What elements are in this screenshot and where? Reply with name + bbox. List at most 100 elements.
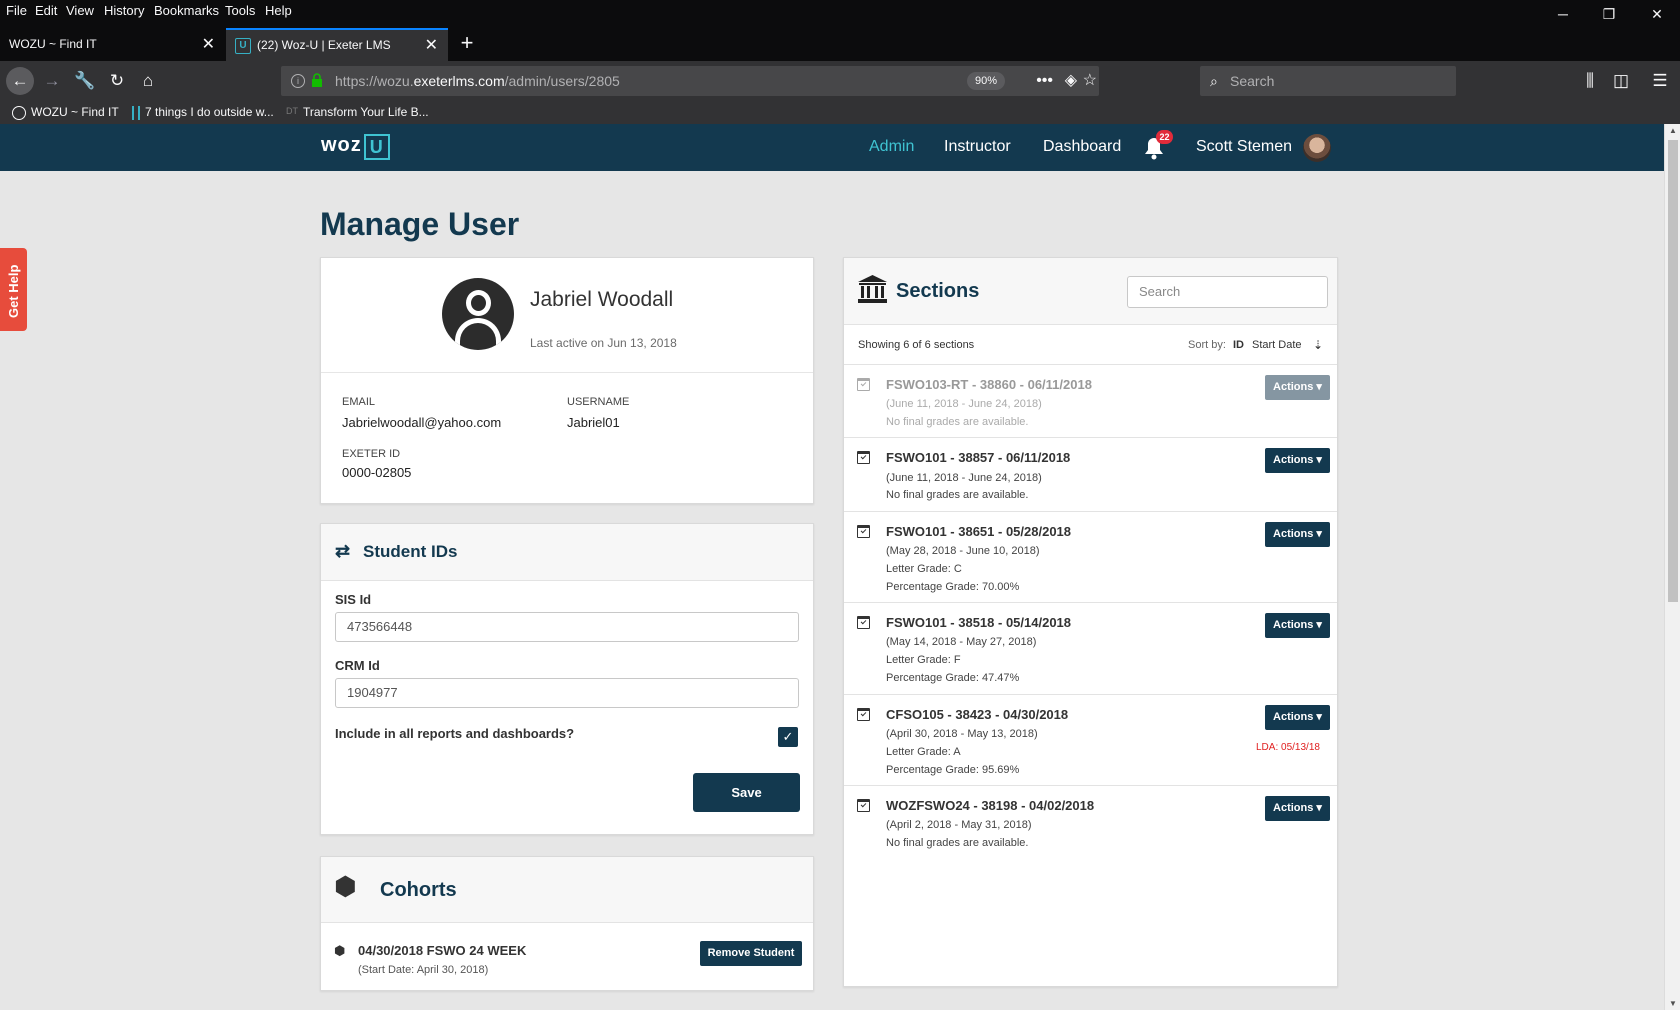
username-value: Jabriel01 xyxy=(567,415,620,430)
forward-icon[interactable]: → xyxy=(38,67,66,95)
page-scrollbar[interactable]: ▲ ▼ xyxy=(1664,124,1680,1010)
tab-title: WOZU ~ Find IT xyxy=(9,37,97,51)
section-dates: (June 11, 2018 - June 24, 2018) xyxy=(886,472,1042,484)
sort-direction-icon[interactable]: ⇣ xyxy=(1313,338,1323,352)
minimize-icon[interactable]: ─ xyxy=(1540,0,1586,28)
page-title: Manage User xyxy=(320,206,520,242)
include-reports-checkbox[interactable]: ✓ xyxy=(778,727,798,747)
pocket-icon[interactable]: ◈ xyxy=(1065,66,1077,96)
section-dates: (June 11, 2018 - June 24, 2018) xyxy=(886,398,1042,410)
remove-student-button[interactable]: Remove Student xyxy=(700,941,802,966)
user-avatar[interactable] xyxy=(1303,134,1331,162)
info-icon[interactable]: i xyxy=(291,74,305,88)
section-row: FSWO101 - 38651 - 05/28/2018 (May 28, 20… xyxy=(844,512,1337,603)
student-ids-card: ⇄ Student IDs SIS Id 473566448 CRM Id 19… xyxy=(320,523,814,835)
sections-card: Sections Search Showing 6 of 6 sections … xyxy=(843,257,1338,987)
new-tab-button[interactable]: + xyxy=(456,32,478,54)
get-help-button[interactable]: Get Help xyxy=(0,248,27,331)
bookmark-transform-your-life[interactable]: DT Transform Your Life B... xyxy=(286,105,429,120)
nav-instructor[interactable]: Instructor xyxy=(944,138,1011,156)
actions-button[interactable]: Actions ▾ xyxy=(1265,448,1330,473)
sort-by-start-date[interactable]: Start Date xyxy=(1252,339,1302,351)
section-dates: (May 14, 2018 - May 27, 2018) xyxy=(886,636,1037,648)
nav-dashboard[interactable]: Dashboard xyxy=(1043,138,1121,156)
cohort-start-date: (Start Date: April 30, 2018) xyxy=(358,964,489,976)
page-viewport: woz U Admin Instructor Dashboard 22 Scott… xyxy=(0,124,1664,1010)
calendar-check-icon xyxy=(857,616,870,629)
actions-button[interactable]: Actions ▾ xyxy=(1265,705,1330,730)
wrench-icon[interactable]: 🔧 xyxy=(71,67,99,95)
hamburger-menu-icon[interactable]: ☰ xyxy=(1646,67,1674,95)
sis-id-input[interactable]: 473566448 xyxy=(335,612,799,642)
zoom-level[interactable]: 90% xyxy=(966,72,1005,90)
bookmark-7-things[interactable]: 7 things I do outside w... xyxy=(132,105,274,120)
tab-wozu-find-it[interactable]: WOZU ~ Find IT ✕ xyxy=(0,28,225,61)
restore-icon[interactable]: ❐ xyxy=(1586,0,1632,28)
scrollbar-thumb[interactable] xyxy=(1668,140,1678,602)
username-label: USERNAME xyxy=(567,396,630,408)
section-dates: (April 2, 2018 - May 31, 2018) xyxy=(886,819,1032,831)
lda-date: LDA: 05/13/18 xyxy=(1256,742,1320,753)
crm-id-input[interactable]: 1904977 xyxy=(335,678,799,708)
calendar-check-icon xyxy=(857,451,870,464)
actions-button[interactable]: Actions ▾ xyxy=(1265,375,1330,400)
profile-name: Jabriel Woodall xyxy=(530,288,674,311)
section-row: FSWO101 - 38857 - 06/11/2018 (June 11, 2… xyxy=(844,438,1337,512)
notification-badge: 22 xyxy=(1156,130,1173,144)
actions-button[interactable]: Actions ▾ xyxy=(1265,522,1330,547)
section-title: FSWO101 - 38651 - 05/28/2018 xyxy=(886,524,1072,539)
menu-tools[interactable]: Tools xyxy=(225,3,255,18)
back-icon[interactable]: ← xyxy=(6,67,34,95)
sidebar-icon[interactable]: ◫ xyxy=(1607,67,1635,95)
section-title: WOZFSWO24 - 38198 - 04/02/2018 xyxy=(886,798,1095,813)
section-grade-info: No final grades are available. xyxy=(886,416,1029,428)
menu-view[interactable]: View xyxy=(66,3,94,18)
scroll-up-arrow-icon[interactable]: ▲ xyxy=(1669,126,1677,135)
home-icon[interactable]: ⌂ xyxy=(134,67,162,95)
sections-search-input[interactable]: Search xyxy=(1127,276,1328,308)
sections-header: Sections Search xyxy=(844,258,1337,325)
calendar-check-icon xyxy=(857,708,870,721)
browser-search-input[interactable]: ⌕ Search xyxy=(1200,66,1456,96)
section-row: FSWO103-RT - 38860 - 06/11/2018 (June 11… xyxy=(844,365,1337,438)
reload-icon[interactable]: ↻ xyxy=(103,67,131,95)
menu-bookmarks[interactable]: Bookmarks xyxy=(154,3,219,18)
navigation-toolbar: ← → 🔧 ↻ ⌂ i https://wozu.exeterlms.com/a… xyxy=(0,61,1680,101)
bookmark-wozu-find-it[interactable]: WOZU ~ Find IT xyxy=(12,105,119,120)
bookmark-star-icon[interactable]: ☆ xyxy=(1083,66,1097,96)
section-row: WOZFSWO24 - 38198 - 04/02/2018 (April 2,… xyxy=(844,786,1337,859)
sort-by-id[interactable]: ID xyxy=(1233,339,1244,351)
menu-help[interactable]: Help xyxy=(265,3,292,18)
last-active-text: Last active on Jun 13, 2018 xyxy=(530,336,677,350)
ladder-icon xyxy=(132,105,140,120)
save-button[interactable]: Save xyxy=(693,773,800,812)
actions-button[interactable]: Actions ▾ xyxy=(1265,613,1330,638)
menu-history[interactable]: History xyxy=(104,3,144,18)
menu-file[interactable]: File xyxy=(6,3,27,18)
tab-strip: WOZU ~ Find IT ✕ U (22) Woz-U | Exeter LM… xyxy=(0,28,1680,61)
calendar-check-icon xyxy=(857,378,870,391)
user-name[interactable]: Scott Stemen xyxy=(1196,138,1292,156)
tab-exeter-lms[interactable]: U (22) Woz-U | Exeter LMS ✕ xyxy=(226,28,448,61)
bookmarks-toolbar: WOZU ~ Find IT 7 things I do outside w..… xyxy=(0,101,1680,124)
menu-bar: File Edit View History Bookmarks Tools H… xyxy=(0,0,1680,22)
profile-card: Jabriel Woodall Last active on Jun 13, 2… xyxy=(320,257,814,504)
close-window-icon[interactable]: ✕ xyxy=(1634,0,1680,28)
page-actions-icon[interactable]: ••• xyxy=(1036,66,1053,96)
close-tab-icon[interactable]: ✕ xyxy=(202,28,215,61)
url-bar[interactable]: i https://wozu.exeterlms.com/admin/users… xyxy=(281,66,1099,96)
menu-edit[interactable]: Edit xyxy=(35,3,57,18)
cohorts-card: ⬢ Cohorts ⬢ 04/30/2018 FSWO 24 WEEK (Sta… xyxy=(320,856,814,991)
calendar-check-icon xyxy=(857,799,870,812)
library-icon[interactable]: ⫼ xyxy=(1576,67,1604,95)
scroll-down-arrow-icon[interactable]: ▼ xyxy=(1669,999,1677,1008)
globe-icon xyxy=(12,105,26,120)
institution-icon xyxy=(858,275,887,303)
close-tab-icon[interactable]: ✕ xyxy=(425,30,438,61)
crm-id-label: CRM Id xyxy=(335,658,380,673)
actions-button[interactable]: Actions ▾ xyxy=(1265,796,1330,821)
nav-admin[interactable]: Admin xyxy=(869,138,914,156)
url-text[interactable]: https://wozu.exeterlms.com/admin/users/2… xyxy=(335,66,620,96)
wozu-logo[interactable]: woz U xyxy=(321,134,390,162)
cohort-name: 04/30/2018 FSWO 24 WEEK xyxy=(358,943,527,958)
